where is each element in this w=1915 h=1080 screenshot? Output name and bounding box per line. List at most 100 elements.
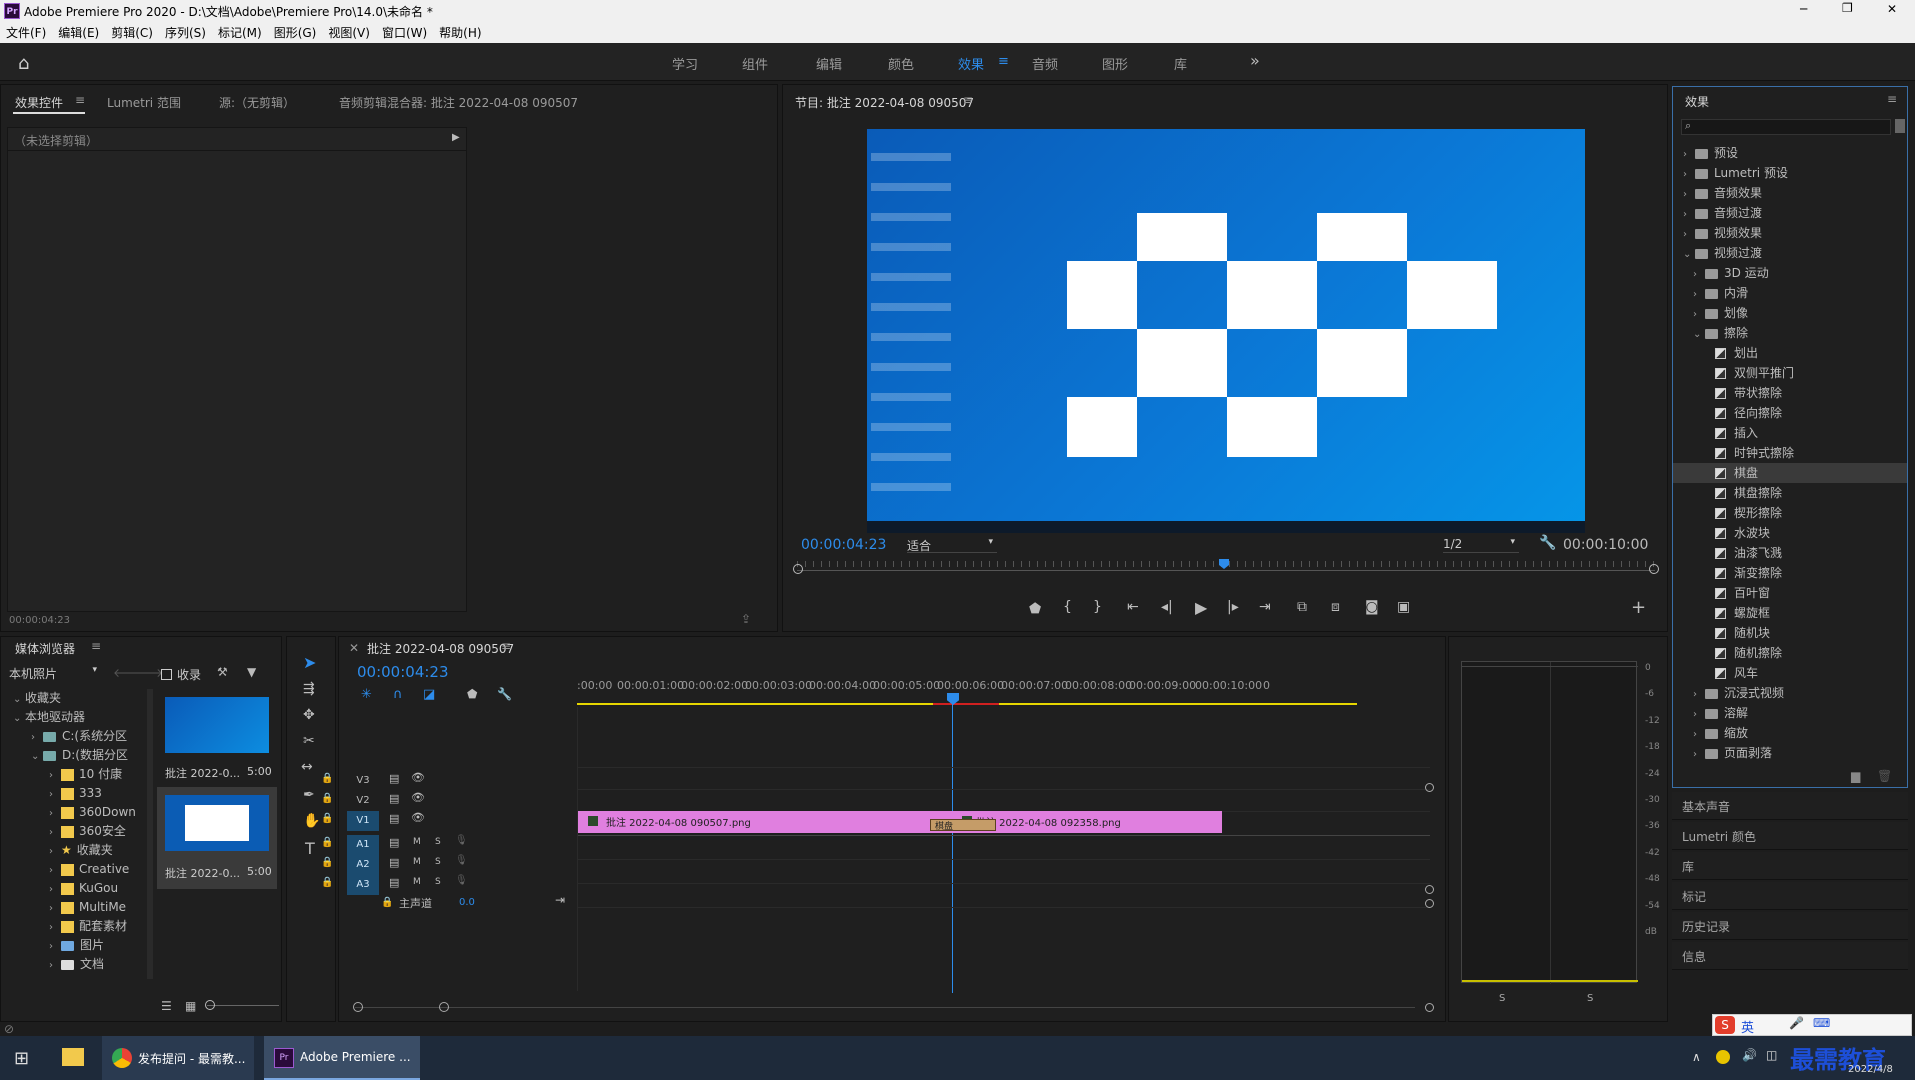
- chevron-right-icon[interactable]: ›: [31, 728, 43, 747]
- chevron-right-icon[interactable]: ›: [1693, 725, 1705, 745]
- chevron-right-icon[interactable]: ›: [1693, 305, 1705, 325]
- mute-button[interactable]: M: [413, 837, 421, 847]
- media-browser-title[interactable]: 媒体浏览器: [15, 640, 75, 657]
- chevron-down-icon[interactable]: ⌄: [31, 747, 43, 766]
- tree-item[interactable]: ⌄ 收藏夹: [9, 689, 61, 709]
- icon-view-icon[interactable]: ▦: [185, 999, 196, 1013]
- timeline-timecode[interactable]: 00:00:04:23: [357, 663, 449, 681]
- filter-icon[interactable]: ▼: [247, 665, 256, 679]
- effect-folder[interactable]: › 3D 运动: [1673, 263, 1907, 283]
- chevron-right-icon[interactable]: ›: [1693, 285, 1705, 305]
- effect-folder[interactable]: ⌄ 擦除: [1673, 323, 1907, 343]
- effect-folder[interactable]: › 音频过渡: [1673, 203, 1907, 223]
- tree-item[interactable]: › C:(系统分区: [9, 727, 127, 747]
- volume-icon[interactable]: 🔊: [1742, 1048, 1757, 1062]
- track-area[interactable]: 批注 2022-04-08 090507.png 批注 2022-04-08 0…: [577, 707, 1430, 991]
- home-icon[interactable]: ⌂: [18, 53, 29, 74]
- track-toggle[interactable]: A3: [347, 875, 379, 895]
- chevron-right-icon[interactable]: ›: [1683, 205, 1695, 225]
- sub-panel-header[interactable]: 库: [1672, 852, 1908, 880]
- tree-item[interactable]: ⌄ D:(数据分区: [9, 746, 128, 766]
- mute-button[interactable]: M: [413, 857, 421, 867]
- effect-item[interactable]: 随机块: [1673, 623, 1907, 643]
- program-scrubber[interactable]: [793, 559, 1659, 579]
- workspace-tab[interactable]: 效果: [958, 54, 984, 73]
- eye-icon[interactable]: 👁: [411, 791, 425, 804]
- tree-item[interactable]: ⌄ 本地驱动器: [9, 708, 85, 728]
- menu-item[interactable]: 编辑(E): [52, 22, 105, 43]
- taskbar-app[interactable]: 发布提问 - 最需教...: [102, 1036, 254, 1080]
- menu-item[interactable]: 标记(M): [212, 22, 268, 43]
- tree-item[interactable]: › 文档: [9, 955, 104, 975]
- workspace-tab[interactable]: 学习: [672, 54, 698, 73]
- video-clip[interactable]: 批注 2022-04-08 090507.png: [578, 811, 956, 833]
- menu-item[interactable]: 视图(V): [322, 22, 376, 43]
- lock-icon[interactable]: 🔒: [321, 773, 333, 784]
- workspace-tab[interactable]: 组件: [742, 54, 768, 73]
- add-marker-icon[interactable]: ⬟: [1029, 601, 1041, 617]
- chevron-right-icon[interactable]: ›: [1683, 165, 1695, 185]
- effect-item[interactable]: 渐变擦除: [1673, 563, 1907, 583]
- chevron-right-icon[interactable]: ›: [49, 899, 61, 918]
- sync-lock-icon[interactable]: ▤: [389, 876, 399, 889]
- effect-item[interactable]: 水波块: [1673, 523, 1907, 543]
- chevron-right-icon[interactable]: ›: [49, 918, 61, 937]
- accelerated-filter-icon[interactable]: [1895, 119, 1905, 133]
- panel-menu-icon[interactable]: ≡: [1887, 92, 1897, 106]
- location-select[interactable]: 本机照片 ▾: [9, 665, 99, 683]
- lock-icon[interactable]: 🔒: [381, 897, 393, 908]
- chevron-right-icon[interactable]: ›: [1693, 685, 1705, 705]
- effect-item[interactable]: 随机擦除: [1673, 643, 1907, 663]
- step-forward-icon[interactable]: |▸: [1227, 599, 1239, 615]
- effect-folder[interactable]: › 内滑: [1673, 283, 1907, 303]
- effect-item[interactable]: 风车: [1673, 663, 1907, 683]
- tree-item[interactable]: › 333: [9, 784, 102, 804]
- lift-icon[interactable]: ⧉: [1297, 599, 1307, 615]
- clip-thumbnail[interactable]: 批注 2022-0... 5:00: [159, 691, 277, 785]
- scroll-handle-bottom[interactable]: [1425, 1003, 1434, 1012]
- go-to-in-icon[interactable]: ⇤: [1127, 599, 1139, 615]
- new-bin-icon[interactable]: ▆: [1851, 769, 1860, 783]
- effect-folder[interactable]: ⌄ 视频过渡: [1673, 243, 1907, 263]
- add-marker-icon[interactable]: ⬟: [467, 687, 477, 701]
- chevron-down-icon[interactable]: ⌄: [13, 690, 25, 709]
- effect-item[interactable]: 划出: [1673, 343, 1907, 363]
- master-value[interactable]: 0.0: [459, 897, 475, 908]
- effect-item[interactable]: 插入: [1673, 423, 1907, 443]
- sub-panel-header[interactable]: 信息: [1672, 942, 1908, 970]
- sub-panel-header[interactable]: 历史记录: [1672, 912, 1908, 940]
- chevron-right-icon[interactable]: ›: [1683, 185, 1695, 205]
- chevron-right-icon[interactable]: ›: [1693, 745, 1705, 765]
- sub-panel-header[interactable]: 基本声音: [1672, 792, 1908, 820]
- tab-source[interactable]: 源:（无剪辑）: [219, 94, 295, 111]
- tree-item[interactable]: › 360安全: [9, 822, 126, 842]
- tree-scrollbar[interactable]: [147, 689, 153, 979]
- chevron-down-icon[interactable]: ⌄: [1683, 245, 1695, 265]
- effect-item[interactable]: 带状擦除: [1673, 383, 1907, 403]
- time-ruler[interactable]: :00:00 00:00:01:00 00:00:02:00 00:00:03:00 0…: [577, 677, 1427, 705]
- snap-icon[interactable]: ✳: [361, 687, 372, 702]
- sync-lock-icon[interactable]: ▤: [389, 856, 399, 869]
- zoom-slider-handle[interactable]: [205, 1000, 215, 1010]
- workspace-menu-icon[interactable]: ≡: [998, 54, 1009, 69]
- chevron-right-icon[interactable]: ›: [49, 766, 61, 785]
- chevron-right-icon[interactable]: ›: [49, 861, 61, 880]
- chevron-down-icon[interactable]: ⌄: [1693, 325, 1705, 345]
- playhead-marker[interactable]: [1219, 559, 1229, 569]
- effect-item[interactable]: 棋盘: [1673, 463, 1907, 483]
- workspace-tab[interactable]: 编辑: [816, 54, 842, 73]
- effect-item[interactable]: 油漆飞溅: [1673, 543, 1907, 563]
- track-select-tool-icon[interactable]: ⇶: [303, 681, 315, 697]
- scroll-handle[interactable]: [1425, 899, 1434, 908]
- chevron-right-icon[interactable]: ›: [49, 956, 61, 975]
- eye-icon[interactable]: 👁: [411, 771, 425, 784]
- chevron-right-icon[interactable]: ›: [49, 880, 61, 899]
- forward-arrow-icon[interactable]: 🡒: [131, 665, 163, 680]
- solo-button[interactable]: S: [435, 837, 441, 847]
- chevron-right-icon[interactable]: ›: [1683, 145, 1695, 165]
- delete-icon[interactable]: 🗑: [1877, 769, 1892, 783]
- favorites-checkbox[interactable]: [161, 669, 172, 680]
- effect-folder[interactable]: › 划像: [1673, 303, 1907, 323]
- solo-button[interactable]: S: [435, 857, 441, 867]
- workspace-tab[interactable]: 音频: [1032, 54, 1058, 73]
